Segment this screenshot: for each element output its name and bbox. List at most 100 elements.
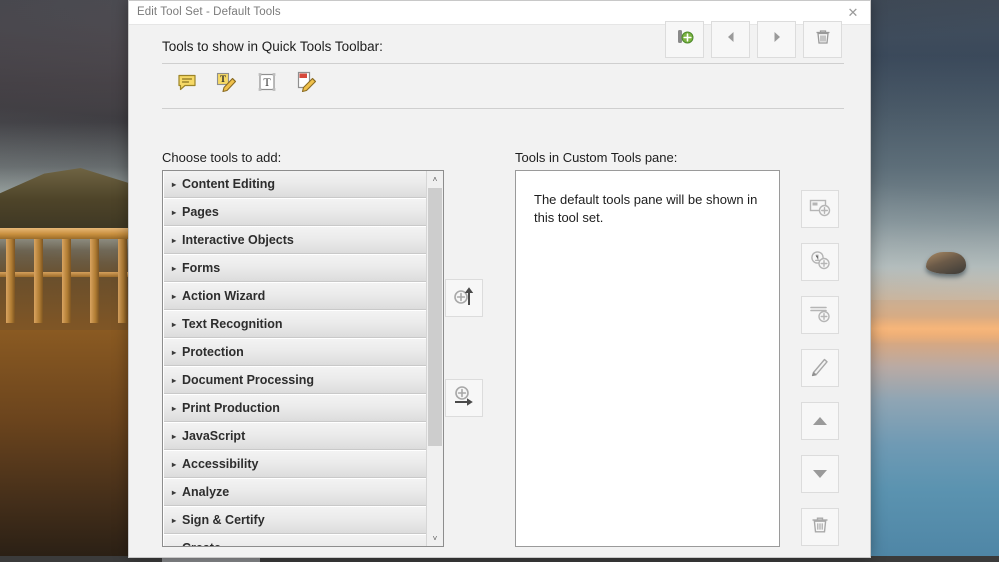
category-label: Action Wizard <box>182 289 266 303</box>
wallpaper-foreground-brush <box>0 330 130 556</box>
category-row[interactable]: ▸ Text Recognition <box>164 311 427 338</box>
bridge-pier <box>90 239 99 323</box>
scrollbar-thumb[interactable] <box>428 188 442 446</box>
svg-text:T: T <box>263 75 271 89</box>
trash-icon <box>809 514 831 541</box>
delete-button[interactable] <box>803 21 842 58</box>
add-divider-icon <box>808 301 832 330</box>
text-comment-icon <box>295 70 319 99</box>
custom-pane-label: Tools in Custom Tools pane: <box>515 150 678 165</box>
plus-arrow-up-icon <box>452 284 476 313</box>
category-label: Text Recognition <box>182 317 283 331</box>
wallpaper-horizon-glow <box>860 316 999 344</box>
category-row[interactable]: ▸ Print Production <box>164 395 427 422</box>
new-panel-button[interactable] <box>801 190 839 228</box>
category-row[interactable]: ▸ Interactive Objects <box>164 227 427 254</box>
category-row[interactable]: ▸ Pages <box>164 199 427 226</box>
pencil-icon <box>808 354 832 383</box>
category-row[interactable]: ▸ JavaScript <box>164 423 427 450</box>
add-text-comment-tool[interactable] <box>292 69 322 99</box>
category-row[interactable]: ▸ Forms <box>164 255 427 282</box>
plus-arrow-right-icon <box>452 384 476 413</box>
category-row[interactable]: ▸ Sign & Certify <box>164 507 427 534</box>
add-to-quick-tools-button[interactable] <box>445 279 483 317</box>
chevron-right-icon: ▸ <box>171 207 176 217</box>
category-row[interactable]: ▸ Action Wizard <box>164 283 427 310</box>
edit-tool-set-dialog: Edit Tool Set - Default Tools ✕ Tools to… <box>128 0 871 558</box>
chevron-right-icon: ▸ <box>171 459 176 469</box>
remove-button[interactable] <box>801 508 839 546</box>
dialog-title: Edit Tool Set - Default Tools <box>137 6 281 18</box>
category-row[interactable]: ▸ Document Processing <box>164 367 427 394</box>
scroll-down-icon[interactable]: ˅ <box>427 530 443 546</box>
chevron-right-icon: ▸ <box>171 375 176 385</box>
choose-tools-label: Choose tools to add: <box>162 150 282 165</box>
arrow-right-icon <box>770 30 784 49</box>
category-label: Content Editing <box>182 177 276 191</box>
category-label: Accessibility <box>182 457 259 471</box>
choose-tools-list[interactable]: ▸ Content Editing ▸ Pages ▸ Interactive … <box>162 170 444 547</box>
category-row[interactable]: ▸ Analyze <box>164 479 427 506</box>
add-separator-button[interactable] <box>665 21 704 58</box>
custom-pane-message: The default tools pane will be shown in … <box>534 192 758 225</box>
bridge-pier <box>62 239 71 323</box>
category-label: Pages <box>182 205 219 219</box>
list-scrollbar[interactable]: ˄ ˅ <box>426 171 443 546</box>
category-row[interactable]: ▸ Accessibility <box>164 451 427 478</box>
category-row[interactable]: ▸ Create <box>164 535 427 547</box>
category-label: Sign & Certify <box>182 513 265 527</box>
category-row[interactable]: ▸ Content Editing <box>164 171 427 198</box>
quick-tools-icon-list: T T <box>172 69 322 99</box>
move-left-button[interactable] <box>711 21 750 58</box>
chevron-right-icon: ▸ <box>171 319 176 329</box>
chevron-right-icon: ▸ <box>171 403 176 413</box>
highlight-text-icon: T <box>215 70 239 99</box>
quick-tools-label: Tools to show in Quick Tools Toolbar: <box>162 39 383 54</box>
quick-tools-toolbar-strip[interactable]: T T <box>162 63 844 109</box>
category-label: Interactive Objects <box>182 233 294 247</box>
chevron-right-icon: ▸ <box>171 291 176 301</box>
add-tool-group-icon <box>808 248 832 277</box>
move-up-button[interactable] <box>801 402 839 440</box>
chevron-right-icon: ▸ <box>171 431 176 441</box>
arrow-left-icon <box>724 30 738 49</box>
category-label: Print Production <box>182 401 280 415</box>
move-down-button[interactable] <box>801 455 839 493</box>
chevron-right-icon: ▸ <box>171 179 176 189</box>
arrow-up-icon <box>813 417 827 425</box>
category-row[interactable]: ▸ Protection <box>164 339 427 366</box>
sticky-note-tool[interactable] <box>172 69 202 99</box>
add-panel-icon <box>808 195 832 224</box>
category-label: Protection <box>182 345 244 359</box>
add-divider-button[interactable] <box>801 296 839 334</box>
category-label: Analyze <box>182 485 230 499</box>
chevron-right-icon: ▸ <box>171 347 176 357</box>
quick-tools-toolbar-actions <box>665 21 842 58</box>
bridge-pier <box>6 239 15 323</box>
chevron-right-icon: ▸ <box>171 235 176 245</box>
move-right-button[interactable] <box>757 21 796 58</box>
category-label: Forms <box>182 261 221 275</box>
arrow-down-icon <box>813 470 827 478</box>
highlight-text-tool[interactable]: T <box>212 69 242 99</box>
sticky-note-icon <box>176 71 198 98</box>
chevron-right-icon: ▸ <box>171 487 176 497</box>
category-label: JavaScript <box>182 429 246 443</box>
category-label: Create <box>182 541 221 546</box>
bridge-deck <box>0 228 130 239</box>
add-to-custom-pane-button[interactable] <box>445 379 483 417</box>
custom-tools-pane[interactable]: The default tools pane will be shown in … <box>515 170 780 547</box>
new-tool-group-button[interactable] <box>801 243 839 281</box>
choose-tools-list-body: ▸ Content Editing ▸ Pages ▸ Interactive … <box>163 171 428 547</box>
add-separator-icon <box>674 26 696 53</box>
rename-button[interactable] <box>801 349 839 387</box>
trash-icon <box>813 27 833 52</box>
wallpaper-sea-stack <box>926 252 966 274</box>
scroll-up-icon[interactable]: ˄ <box>427 171 443 187</box>
text-box-icon: T <box>256 71 278 98</box>
chevron-right-icon: ▸ <box>171 263 176 273</box>
chevron-right-icon: ▸ <box>166 544 182 547</box>
add-text-box-tool[interactable]: T <box>252 69 282 99</box>
chevron-right-icon: ▸ <box>171 515 176 525</box>
wallpaper-bridge <box>0 228 130 323</box>
